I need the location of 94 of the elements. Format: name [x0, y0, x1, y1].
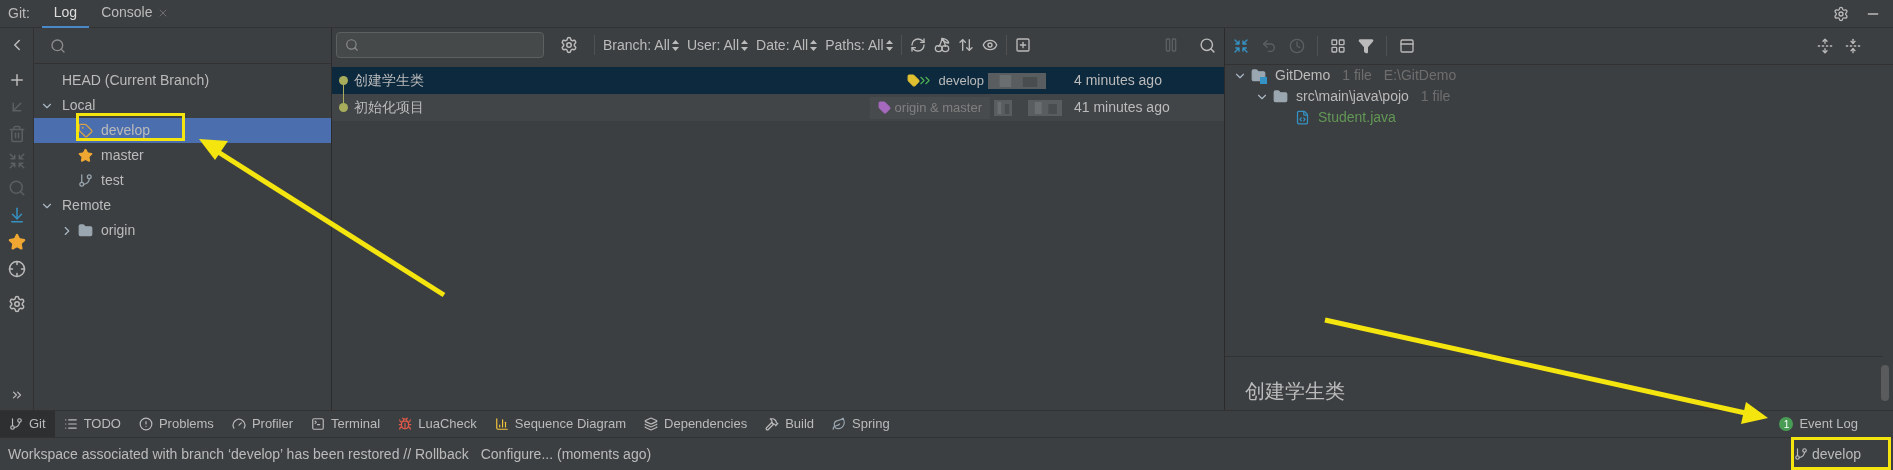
layers-icon	[644, 417, 659, 431]
branch-tree-item[interactable]: master	[34, 143, 331, 168]
leaf-icon	[832, 417, 847, 431]
tool-window-button[interactable]: Build	[756, 410, 824, 438]
tool-window-button[interactable]: TODO	[54, 410, 130, 438]
branch-icon	[1793, 447, 1808, 461]
branch-widget[interactable]: develop	[1793, 443, 1861, 465]
blurred-author	[994, 99, 1012, 116]
filter-icon[interactable]	[1358, 38, 1374, 54]
branch-icon	[9, 417, 23, 431]
file-name: Student.java	[1318, 108, 1396, 127]
commit-message: 初始化项目	[354, 98, 424, 117]
diff-arrows-icon[interactable]	[1233, 38, 1249, 54]
branch-tree-item[interactable]: test	[34, 168, 331, 193]
settings-icon[interactable]	[560, 36, 578, 54]
filter-dropdown[interactable]: Date: All	[756, 34, 818, 56]
branch-name: Local	[62, 96, 96, 115]
search-field[interactable]	[336, 32, 544, 58]
branch-tree-item[interactable]: Local	[34, 93, 331, 118]
commit-details-message: 创建学生类	[1245, 378, 1345, 405]
branch-tree-item[interactable]: Remote	[34, 193, 331, 218]
bug-icon	[398, 417, 413, 431]
tag-icon	[877, 101, 891, 114]
branch-name: master	[101, 146, 144, 165]
cherry-icon[interactable]	[933, 37, 950, 53]
scrollbar-thumb[interactable]	[1881, 365, 1889, 401]
filter-dropdown[interactable]: User: All	[686, 34, 749, 56]
branch-name: Remote	[62, 196, 112, 215]
commit-time: 4 minutes ago	[1074, 71, 1163, 90]
updown-icon	[810, 39, 818, 51]
tag-icon	[78, 123, 93, 138]
collapse-all-icon[interactable]	[1845, 38, 1861, 54]
branch-name: origin	[101, 221, 136, 240]
status-message: Workspace associated with branch ‘develop’ has been restored // Rollback	[8, 444, 469, 464]
gauge-icon	[231, 417, 246, 431]
branch-icon	[78, 173, 93, 188]
terminal-icon	[311, 417, 326, 431]
expand-all-icon[interactable]	[1817, 38, 1833, 54]
blurred-author	[1028, 99, 1062, 116]
sort-icon[interactable]	[957, 37, 974, 53]
branch-name: test	[101, 171, 124, 190]
commit-time: 41 minutes ago	[1074, 98, 1171, 117]
tool-window-button[interactable]: Profiler	[222, 410, 303, 438]
diagram-icon	[494, 417, 509, 431]
folder-icon	[78, 223, 93, 238]
eye-icon[interactable]	[981, 37, 998, 53]
tool-window-button[interactable]: Spring	[823, 410, 899, 438]
filter-dropdown[interactable]: Paths: All	[825, 34, 893, 56]
tool-window-button[interactable]: LuaCheck	[389, 410, 486, 438]
alert-icon	[138, 417, 153, 431]
changes-tree-item[interactable]: Student.java	[1225, 107, 1893, 128]
search-icon[interactable]	[50, 37, 66, 54]
notification-badge: 1	[1779, 417, 1794, 431]
commit-message: 创建学生类	[354, 71, 424, 90]
search-icon	[345, 38, 359, 52]
updown-icon	[671, 39, 679, 51]
blurred-author	[988, 72, 1046, 89]
filter-dropdown[interactable]: Branch: All	[603, 34, 679, 56]
tool-window-button[interactable]: Terminal	[302, 410, 390, 438]
file-name: GitDemo	[1275, 66, 1331, 85]
file-name: src\main\java\pojo	[1296, 87, 1409, 106]
module-folder-icon	[1251, 67, 1267, 84]
updown-icon	[885, 39, 893, 51]
commit-row[interactable]: 初始化项目 origin & master 41 minutes ago	[332, 94, 1224, 121]
branch-label: develop	[907, 70, 984, 91]
branch-name: HEAD (Current Branch)	[62, 71, 210, 90]
updown-icon	[741, 39, 749, 51]
tool-window-button[interactable]: Dependencies	[635, 410, 757, 438]
tool-window-button[interactable]: Sequence Diagram	[485, 410, 636, 438]
configure-link[interactable]: Configure... (moments ago)	[480, 443, 652, 465]
tool-window-button[interactable]: Git	[0, 410, 55, 438]
navigate-icon[interactable]	[7, 260, 26, 278]
branch-name: develop	[101, 121, 151, 140]
new-tab-icon[interactable]	[1014, 37, 1031, 53]
layout-icon[interactable]	[1399, 38, 1415, 54]
settings-icon[interactable]	[7, 295, 26, 313]
star-icon	[78, 148, 93, 163]
event-log-button[interactable]: 1 Event Log	[1779, 414, 1858, 434]
refresh-icon[interactable]	[909, 37, 926, 53]
settings-icon[interactable]	[1833, 5, 1849, 22]
branch-tree-item[interactable]: origin	[34, 218, 331, 243]
hammer-icon	[765, 417, 780, 431]
java-file-icon	[1295, 110, 1310, 125]
tool-window-button[interactable]: Problems	[129, 410, 223, 438]
group-by-icon[interactable]	[1330, 38, 1346, 54]
folder-icon	[1273, 89, 1288, 104]
tool-window-title: Git:	[8, 4, 30, 23]
commit-row[interactable]: 创建学生类 develop 4 minutes ago	[332, 67, 1224, 94]
tab[interactable]: Console	[89, 0, 181, 28]
branch-tree-item[interactable]: HEAD (Current Branch)	[34, 68, 331, 93]
branch-label: origin & master	[869, 96, 990, 119]
search-icon[interactable]	[1199, 36, 1216, 54]
list-icon	[63, 417, 78, 431]
star-icon[interactable]	[7, 233, 26, 251]
